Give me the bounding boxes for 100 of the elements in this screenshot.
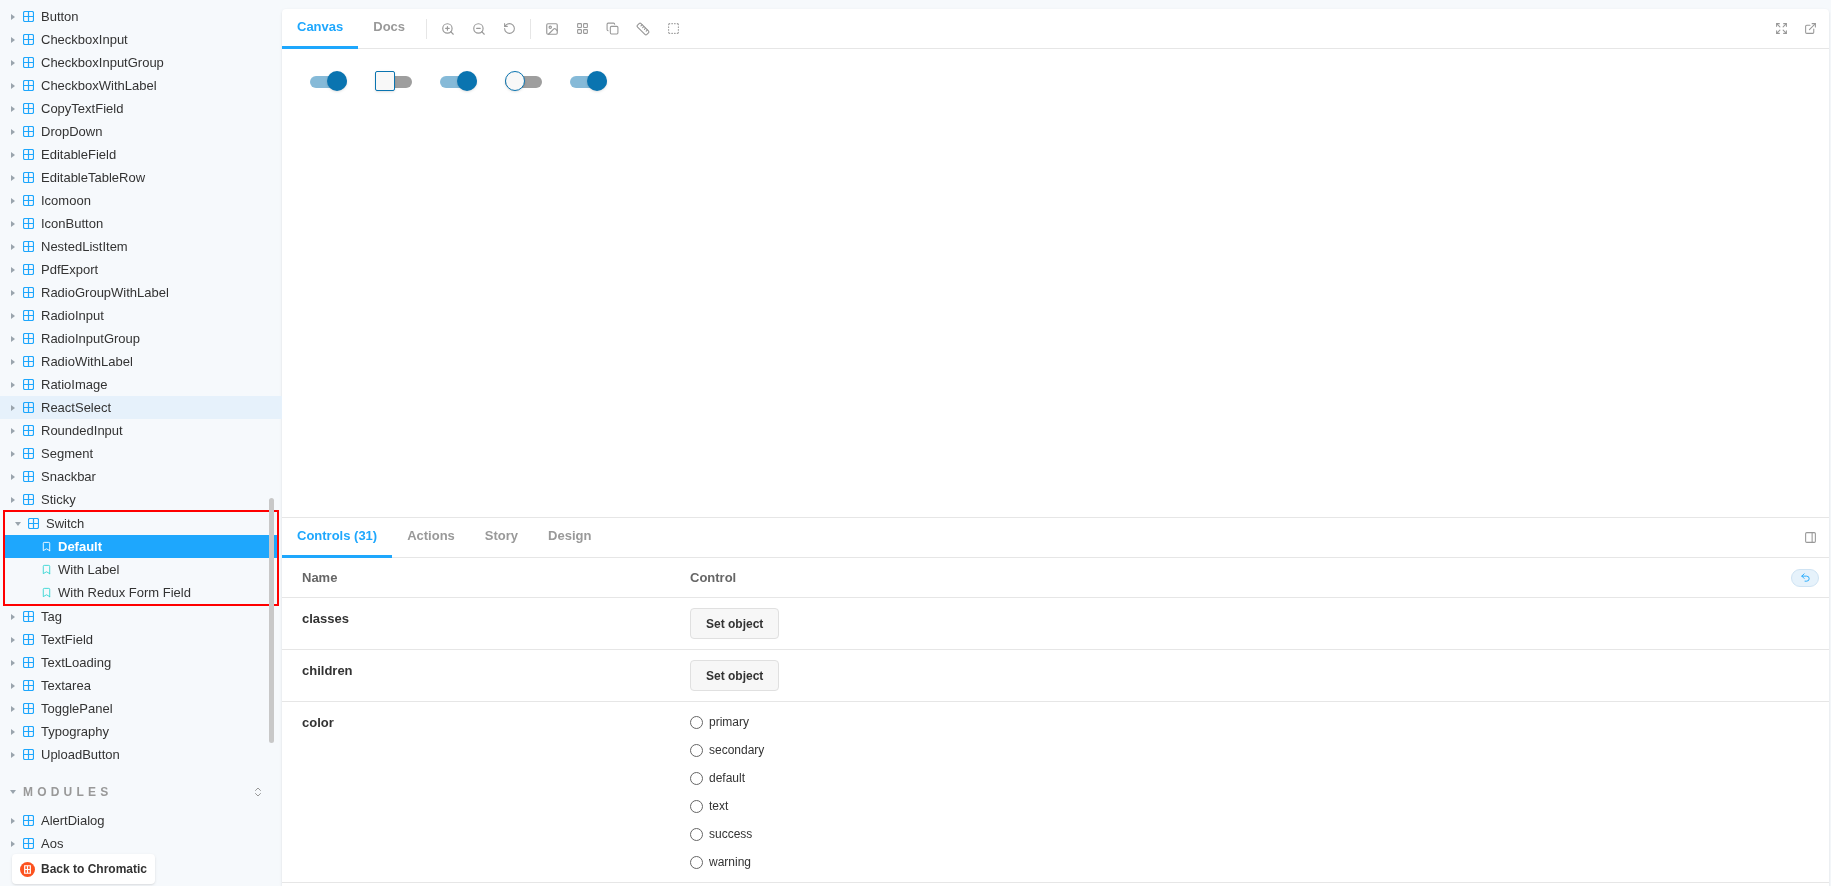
sidebar-item[interactable]: TextLoading <box>0 651 282 674</box>
sidebar-item[interactable]: Textarea <box>0 674 282 697</box>
caret-icon <box>10 404 16 411</box>
component-icon <box>23 264 34 275</box>
fullscreen-icon[interactable] <box>1775 22 1788 35</box>
caret-icon <box>10 82 16 89</box>
sidebar-item[interactable]: UploadButton <box>0 743 282 766</box>
sidebar-item[interactable]: CheckboxInput <box>0 28 282 51</box>
panel-layout-icon[interactable] <box>1804 531 1817 544</box>
sort-icon[interactable] <box>252 786 264 798</box>
reset-button[interactable] <box>1791 568 1819 587</box>
bookmark-icon <box>41 564 52 575</box>
sidebar-item[interactable]: CheckboxInputGroup <box>0 51 282 74</box>
toggle-switch[interactable] <box>375 71 412 91</box>
toggle-switch[interactable] <box>505 71 542 91</box>
set-object-button[interactable]: Set object <box>690 608 780 639</box>
bookmark-icon <box>41 541 52 552</box>
sidebar-item[interactable]: RadioInput <box>0 304 282 327</box>
grid-icon[interactable] <box>576 22 590 35</box>
sidebar-item[interactable]: RoundedInput <box>0 419 282 442</box>
sidebar-item[interactable]: PdfExport <box>0 258 282 281</box>
sidebar-item[interactable]: Tag <box>0 605 282 628</box>
scrollbar-thumb[interactable] <box>269 498 274 743</box>
caret-icon <box>10 13 16 20</box>
caret-icon <box>10 682 16 689</box>
ruler-icon[interactable] <box>636 21 651 36</box>
caret-icon <box>10 197 16 204</box>
image-icon[interactable] <box>545 21 560 36</box>
sidebar-item[interactable]: EditableField <box>0 143 282 166</box>
component-icon <box>23 494 34 505</box>
sidebar-item[interactable]: DropDown <box>0 120 282 143</box>
sidebar-item[interactable]: Segment <box>0 442 282 465</box>
toggle-switch[interactable] <box>440 71 477 91</box>
component-icon <box>23 657 34 668</box>
sidebar-item[interactable]: AlertDialog <box>0 809 282 832</box>
sidebar-item[interactable]: Button <box>0 5 282 28</box>
component-icon <box>23 726 34 737</box>
story-item[interactable]: With Label <box>5 558 277 581</box>
component-icon <box>23 425 34 436</box>
zoom-in-icon[interactable] <box>441 21 456 36</box>
toggle-switch[interactable] <box>310 71 347 91</box>
caret-icon <box>10 450 16 457</box>
caret-icon <box>15 520 21 527</box>
component-icon <box>23 218 34 229</box>
reset-zoom-icon[interactable] <box>503 22 517 35</box>
sidebar-item[interactable]: RadioWithLabel <box>0 350 282 373</box>
sidebar-item[interactable]: ReactSelect <box>0 396 282 419</box>
story-item[interactable]: With Redux Form Field <box>5 581 277 604</box>
caret-icon <box>10 220 16 227</box>
component-icon <box>23 680 34 691</box>
component-icon <box>23 57 34 68</box>
column-header: Control <box>690 568 737 587</box>
sidebar-item[interactable]: TextField <box>0 628 282 651</box>
sidebar-item[interactable]: Switch <box>5 512 277 535</box>
caret-icon <box>10 174 16 181</box>
sidebar-item[interactable]: CheckboxWithLabel <box>0 74 282 97</box>
component-icon <box>23 80 34 91</box>
component-icon <box>23 838 34 849</box>
radio-label: primary <box>709 714 749 731</box>
set-object-button[interactable]: Set object <box>690 660 780 691</box>
sidebar-item[interactable]: Sticky <box>0 488 282 511</box>
sidebar-item[interactable]: RadioGroupWithLabel <box>0 281 282 304</box>
caret-icon <box>10 659 16 666</box>
sidebar-item[interactable]: IconButton <box>0 212 282 235</box>
radio-label: success <box>709 826 753 843</box>
caret-icon <box>10 728 16 735</box>
sidebar-item[interactable]: TogglePanel <box>0 697 282 720</box>
sidebar-item[interactable]: NestedListItem <box>0 235 282 258</box>
caret-icon <box>10 59 16 66</box>
caret-icon <box>10 473 16 480</box>
dashed-square-icon[interactable] <box>667 22 681 35</box>
section-title: MODULES <box>23 784 113 801</box>
sidebar-item[interactable]: CopyTextField <box>0 97 282 120</box>
component-icon <box>23 379 34 390</box>
caret-icon <box>10 358 16 365</box>
zoom-out-icon[interactable] <box>472 21 487 36</box>
caret-icon <box>10 840 16 847</box>
caret-icon <box>10 636 16 643</box>
external-link-icon[interactable] <box>1804 22 1817 35</box>
component-icon <box>23 703 34 714</box>
sidebar-item[interactable]: Icomoon <box>0 189 282 212</box>
caret-icon <box>10 335 16 342</box>
column-header: Name <box>302 568 339 587</box>
back-to-chromatic-button[interactable]: Back to Chromatic <box>12 854 156 884</box>
sidebar-item[interactable]: RadioInputGroup <box>0 327 282 350</box>
toggle-switch[interactable] <box>570 71 607 91</box>
sidebar-item[interactable]: EditableTableRow <box>0 166 282 189</box>
sidebar-item[interactable]: Snackbar <box>0 465 282 488</box>
component-icon <box>23 11 34 22</box>
sidebar-item[interactable]: Aos <box>0 832 282 855</box>
caret-icon <box>10 751 16 758</box>
prop-name: classes <box>302 610 350 628</box>
prop-name: children <box>302 662 354 680</box>
caret-icon <box>10 266 16 273</box>
sidebar-item[interactable]: RatioImage <box>0 373 282 396</box>
component-icon <box>23 749 34 760</box>
copy-icon[interactable] <box>606 22 620 35</box>
sidebar-item[interactable]: Typography <box>0 720 282 743</box>
radio-label: warning <box>709 854 752 871</box>
component-icon <box>23 611 34 622</box>
